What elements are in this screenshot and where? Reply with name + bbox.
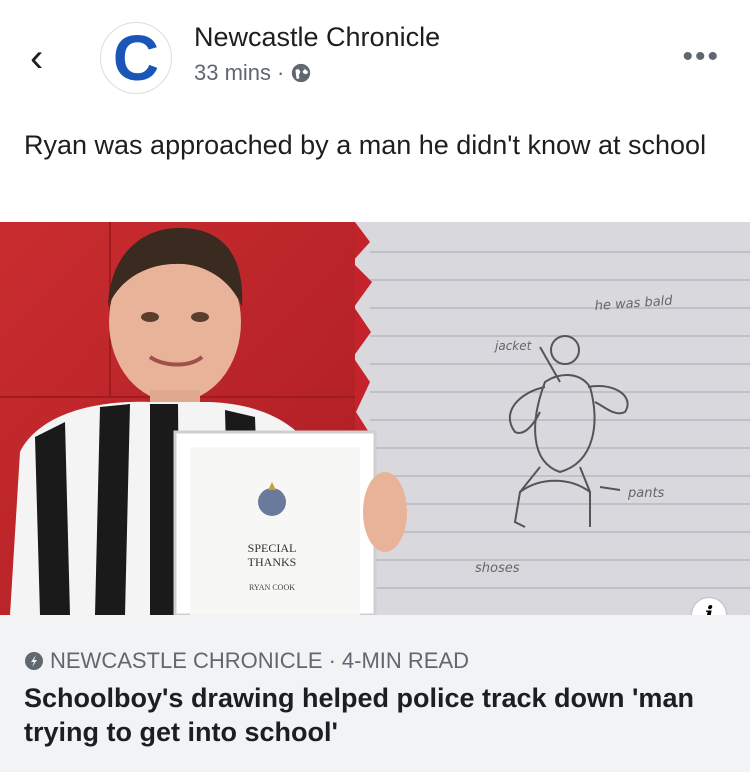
link-source: NEWCASTLE CHRONICLE · 4-MIN READ [24,648,469,674]
page-name[interactable]: Newcastle Chronicle [194,22,440,53]
back-chevron-icon[interactable]: ‹ [30,38,60,78]
logo-letter: C [112,22,160,94]
certificate-title-2: THANKS [248,555,297,569]
page-avatar[interactable]: C [100,22,172,94]
drawing-label-shoes: shoses [475,561,520,576]
meta-separator: · [277,60,285,85]
source-name: NEWCASTLE CHRONICLE [50,648,323,673]
link-headline[interactable]: Schoolboy's drawing helped police track … [24,681,734,749]
drawing-label-pants: pants [627,486,665,501]
read-time: 4-MIN READ [341,648,470,673]
source-separator: · [328,648,336,673]
post-caption: Ryan was approached by a man he didn't k… [24,130,707,160]
certificate-title: SPECIAL [248,541,297,555]
external-link-icon [25,652,43,670]
drawing-label-jacket: jacket [493,339,533,353]
post-header: ‹ C Newcastle Chronicle 33 mins · ••• [0,0,750,110]
certificate-name: RYAN COOK [249,583,295,592]
post-time[interactable]: 33 mins [194,60,271,86]
photo-illustration: SPECIAL THANKS RYAN COOK he was bald jac… [0,222,750,615]
more-icon[interactable]: ••• [682,40,720,74]
post-meta: 33 mins · [194,60,312,86]
post-photo[interactable]: SPECIAL THANKS RYAN COOK he was bald jac… [0,222,750,615]
globe-icon [292,63,311,83]
